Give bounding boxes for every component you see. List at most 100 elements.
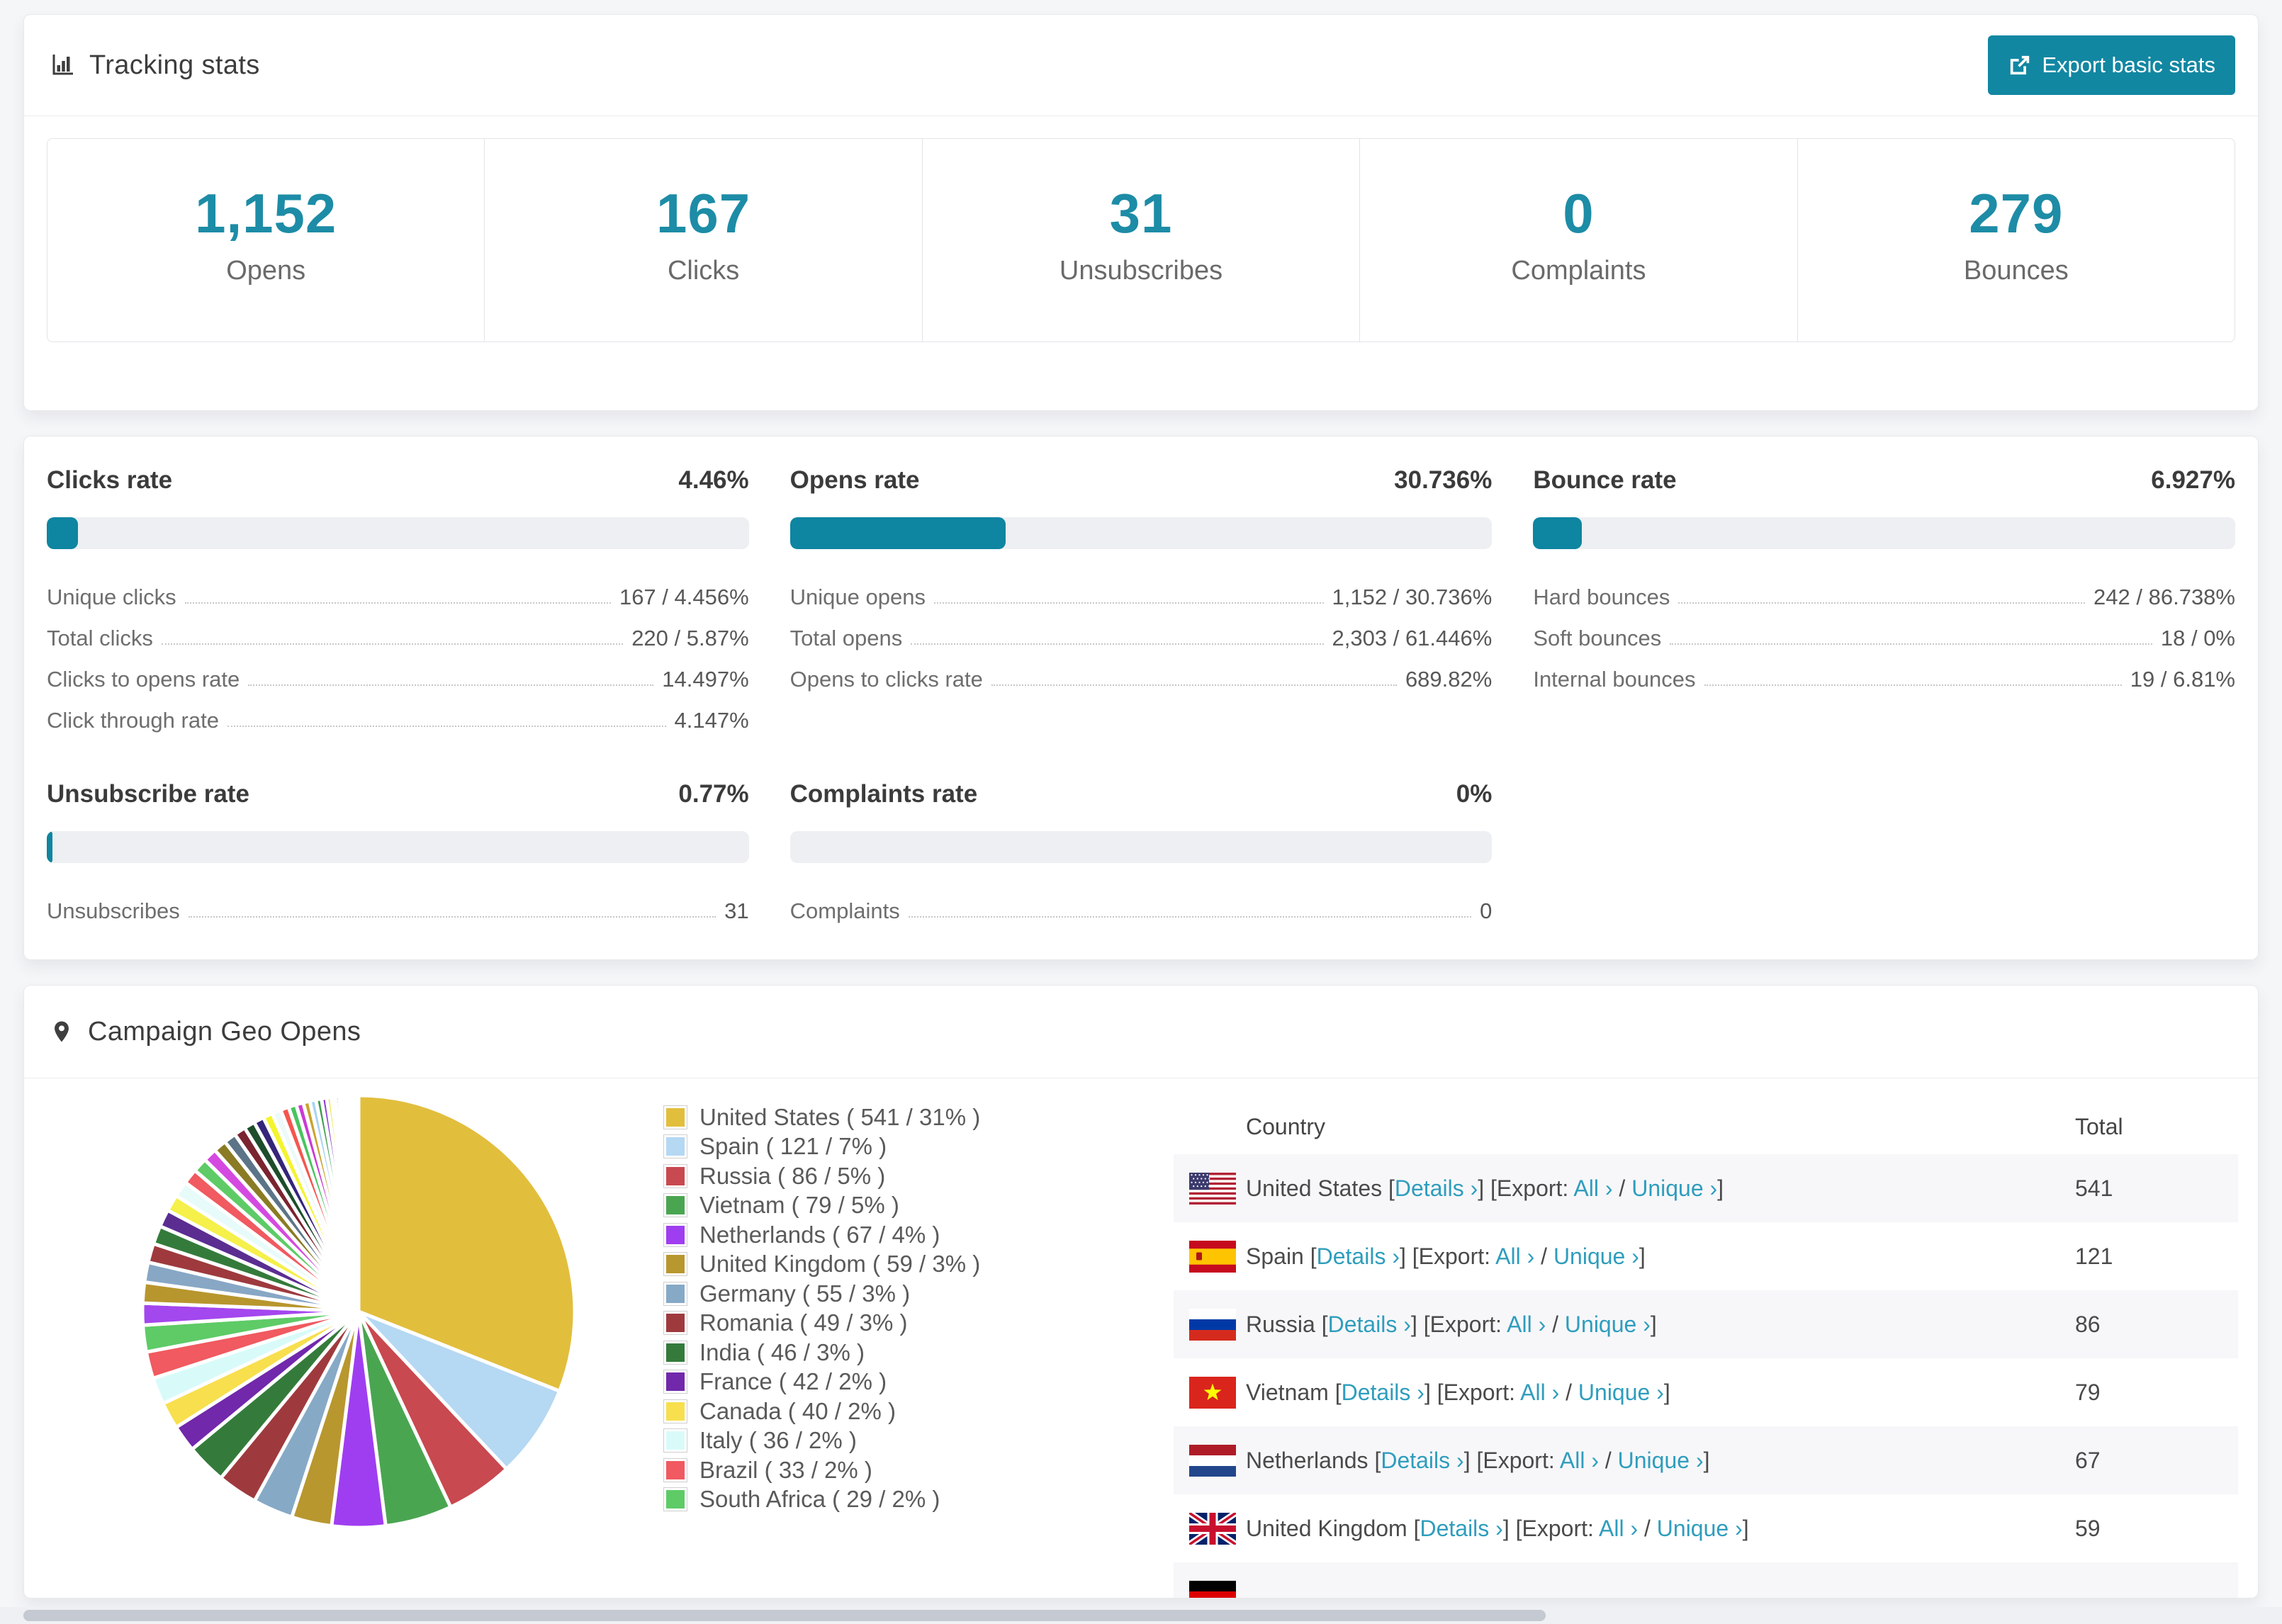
stat-row-hard-bounces: Hard bounces 242 / 86.738%: [1533, 569, 2235, 610]
legend-item-south-africa[interactable]: South Africa ( 29 / 2% ): [663, 1485, 980, 1515]
progress-bar-fill: [1533, 517, 1582, 549]
country-name: Netherlands: [1246, 1447, 1368, 1473]
legend-label: India ( 46 / 3% ): [699, 1338, 865, 1365]
map-pin-icon: [50, 1016, 74, 1047]
details-link[interactable]: Details ›: [1381, 1448, 1463, 1473]
stat-label: Clicks: [667, 256, 740, 286]
legend-label: United States ( 541 / 31% ): [699, 1103, 981, 1130]
bracket-text: ] [Export:: [1478, 1175, 1574, 1201]
export-all-link[interactable]: All ›: [1520, 1380, 1559, 1405]
legend-item-vietnam[interactable]: Vietnam ( 79 / 5% ): [663, 1191, 980, 1221]
rates-card: Clicks rate 4.46% Unique clicks 167 / 4.456…: [23, 436, 2259, 960]
legend-item-germany[interactable]: Germany ( 55 / 3% ): [663, 1279, 980, 1309]
details-link[interactable]: Details ›: [1328, 1312, 1411, 1337]
legend-item-italy[interactable]: Italy ( 36 / 2% ): [663, 1426, 980, 1456]
country-cell: United States [Details ›] [Export: All ›…: [1236, 1175, 2075, 1202]
legend-swatch: [663, 1311, 687, 1336]
stat-row-value: 19 / 6.81%: [2130, 667, 2235, 692]
progress-bar: [47, 831, 749, 863]
export-unique-link[interactable]: Unique ›: [1553, 1244, 1639, 1269]
legend-swatch: [663, 1370, 687, 1394]
total-cell: 59: [2075, 1515, 2101, 1541]
export-all-link[interactable]: All ›: [1573, 1175, 1612, 1201]
export-basic-stats-button[interactable]: Export basic stats: [1988, 35, 2235, 95]
bracket-text: ]: [1703, 1447, 1710, 1473]
export-unique-link[interactable]: Unique ›: [1578, 1380, 1664, 1405]
country-cell: United Kingdom [Details ›] [Export: All …: [1236, 1516, 2075, 1542]
legend-item-russia[interactable]: Russia ( 86 / 5% ): [663, 1161, 980, 1191]
bracket-text: [: [1303, 1243, 1317, 1269]
export-unique-link[interactable]: Unique ›: [1618, 1448, 1704, 1473]
legend-item-spain[interactable]: Spain ( 121 / 7% ): [663, 1132, 980, 1162]
legend-swatch: [663, 1281, 687, 1306]
legend-item-netherlands[interactable]: Netherlands ( 67 / 4% ): [663, 1220, 980, 1250]
geo-opens-header: Campaign Geo Opens: [24, 986, 2258, 1078]
legend-item-brazil[interactable]: Brazil ( 33 / 2% ): [663, 1455, 980, 1485]
table-row-united-states: United States [Details ›] [Export: All ›…: [1174, 1154, 2238, 1222]
horizontal-scrollbar-track[interactable]: [0, 1607, 2282, 1624]
stat-value: 167: [656, 182, 751, 244]
slash-text: /: [1546, 1311, 1565, 1337]
legend-item-united-states[interactable]: United States ( 541 / 31% ): [663, 1103, 980, 1132]
tracking-stats-header: Tracking stats Export basic stats: [24, 15, 2258, 116]
stat-row-value: 220 / 5.87%: [631, 626, 749, 650]
dotted-leader: [227, 726, 666, 727]
export-all-link[interactable]: All ›: [1599, 1516, 1638, 1541]
legend-label: Vietnam ( 79 / 5% ): [699, 1192, 899, 1219]
progress-bar: [1533, 517, 2235, 549]
country-cell: Netherlands [Details ›] [Export: All › /…: [1236, 1448, 2075, 1474]
geo-table-body: United States [Details ›] [Export: All ›…: [1174, 1154, 2238, 1598]
legend-item-romania[interactable]: Romania ( 49 / 3% ): [663, 1309, 980, 1338]
pie-legend: United States ( 541 / 31% ) Spain ( 121 /…: [663, 1103, 980, 1514]
legend-label: United Kingdom ( 59 / 3% ): [699, 1251, 981, 1278]
legend-swatch: [663, 1428, 687, 1453]
rate-panel-head: Unsubscribe rate 0.77%: [47, 780, 749, 808]
details-link[interactable]: Details ›: [1342, 1380, 1424, 1405]
rate-stat-rows: Unsubscribes 31: [47, 883, 749, 924]
legend-item-united-kingdom[interactable]: United Kingdom ( 59 / 3% ): [663, 1250, 980, 1280]
export-all-link[interactable]: All ›: [1495, 1244, 1534, 1269]
slash-text: /: [1638, 1515, 1657, 1541]
stat-row-clicks-to-opens-rate: Clicks to opens rate 14.497%: [47, 651, 749, 692]
export-all-link[interactable]: All ›: [1507, 1312, 1546, 1337]
bracket-text: ]: [1639, 1243, 1646, 1269]
country-name: Spain: [1246, 1243, 1304, 1269]
stat-row-label: Complaints: [789, 898, 900, 923]
legend-swatch: [663, 1163, 687, 1188]
export-all-link[interactable]: All ›: [1560, 1448, 1599, 1473]
bracket-text: ]: [1663, 1379, 1670, 1405]
stat-row-value: 2,303 / 61.446%: [1332, 626, 1493, 650]
table-row-netherlands: Netherlands [Details ›] [Export: All › /…: [1174, 1426, 2238, 1494]
bracket-text: ] [Export:: [1399, 1243, 1496, 1269]
legend-item-canada[interactable]: Canada ( 40 / 2% ): [663, 1397, 980, 1426]
dotted-leader: [911, 643, 1324, 645]
horizontal-scrollbar-thumb[interactable]: [23, 1610, 1546, 1621]
stats-summary-row: 1,152 Opens 167 Clicks 31 Unsubscribes 0 Compla…: [47, 138, 2235, 342]
legend-swatch: [663, 1134, 687, 1159]
country-name: United States: [1246, 1175, 1383, 1201]
stat-label: Complaints: [1511, 256, 1646, 286]
export-unique-link[interactable]: Unique ›: [1657, 1516, 1743, 1541]
bracket-text: [: [1315, 1311, 1328, 1337]
details-link[interactable]: Details ›: [1395, 1175, 1478, 1201]
rate-stat-rows: Complaints 0: [790, 883, 1493, 924]
dotted-leader: [991, 684, 1397, 686]
details-link[interactable]: Details ›: [1420, 1516, 1502, 1541]
export-unique-link[interactable]: Unique ›: [1631, 1175, 1717, 1201]
country-name: Russia: [1246, 1311, 1315, 1337]
rates-grid: Clicks rate 4.46% Unique clicks 167 / 4.456…: [24, 436, 2258, 954]
legend-item-france[interactable]: France ( 42 / 2% ): [663, 1368, 980, 1397]
rate-value: 30.736%: [1394, 466, 1493, 494]
stat-row-unsubscribes: Unsubscribes 31: [47, 883, 749, 924]
legend-item-india[interactable]: India ( 46 / 3% ): [663, 1338, 980, 1368]
rate-panel-opens-rate: Opens rate 30.736% Unique opens 1,152 / 30.…: [789, 466, 1493, 733]
export-unique-link[interactable]: Unique ›: [1565, 1312, 1651, 1337]
bracket-text: ]: [1650, 1311, 1657, 1337]
stat-cell-bounces: 279 Bounces: [1798, 139, 2235, 342]
total-cell: 541: [2075, 1175, 2113, 1201]
stat-value: 279: [1969, 182, 2064, 244]
total-column-header: Total: [2075, 1113, 2123, 1139]
details-link[interactable]: Details ›: [1317, 1244, 1400, 1269]
stat-row-value: 18 / 0%: [2160, 626, 2235, 650]
stat-row-unique-opens: Unique opens 1,152 / 30.736%: [790, 569, 1493, 610]
